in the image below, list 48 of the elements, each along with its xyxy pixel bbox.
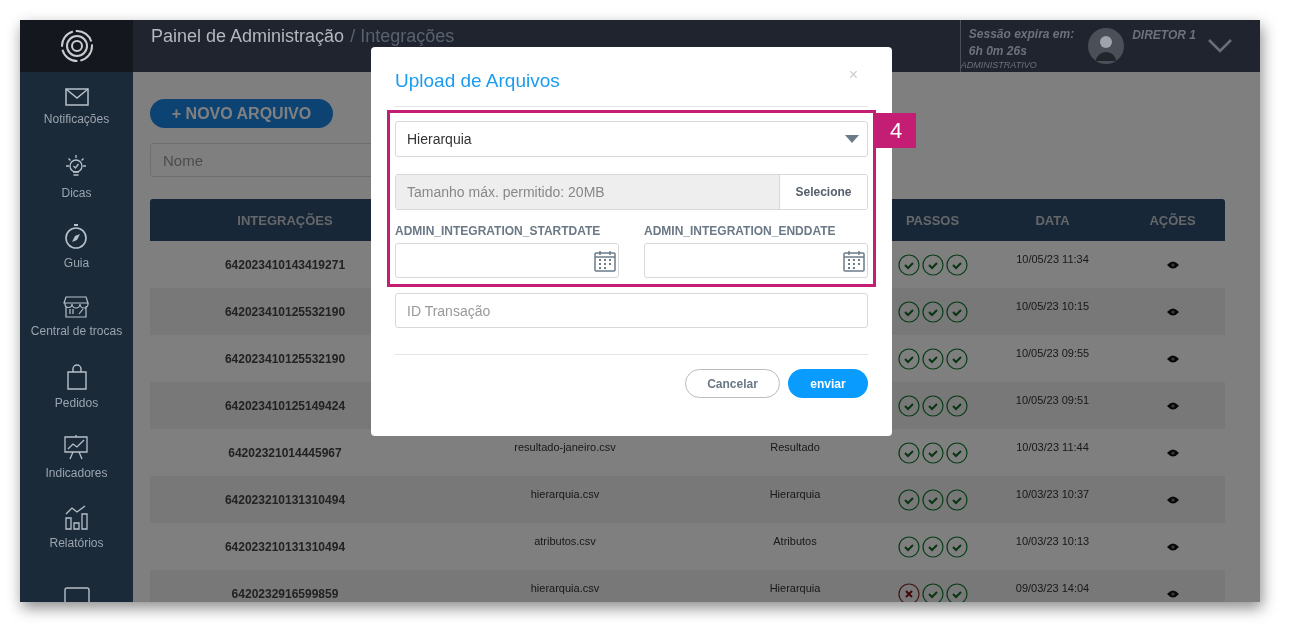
- table-cell: 642023210131310494: [224, 539, 346, 554]
- column-header: AÇÕES: [1148, 211, 1197, 230]
- table-cell: 10/03/23 11:44: [1016, 441, 1089, 453]
- table-cell: 642023210131310494: [224, 492, 346, 507]
- field-label: ADMIN_INTEGRATION_STARTDATE: [395, 224, 602, 238]
- table-cell: 64202321014445967: [228, 445, 342, 460]
- table-cell: 642023410125532190: [224, 304, 346, 319]
- sidebar-item[interactable]: Dicas: [61, 186, 92, 200]
- sidebar-item[interactable]: Guia: [63, 256, 90, 270]
- table-cell: 642023410143419271: [224, 257, 346, 272]
- sidebar-item[interactable]: Central de trocas: [30, 324, 123, 338]
- page-title: Painel de Administração: [151, 25, 345, 47]
- table-cell: 10/05/23 09:55: [1015, 347, 1090, 359]
- table-cell: 6420232916599859: [231, 586, 339, 601]
- table-cell: Resultado: [770, 441, 820, 453]
- table-cell: 10/05/23 10:15: [1015, 300, 1090, 312]
- table-cell: 642023410125532190: [224, 351, 346, 366]
- transaction-id-field[interactable]: ID Transação: [395, 293, 868, 328]
- table-cell: hierarquia.csv: [530, 582, 600, 594]
- table-cell: Hierarquia: [769, 488, 821, 500]
- table-cell: 10/05/23 09:51: [1015, 394, 1090, 406]
- sidebar-item[interactable]: Indicadores: [45, 466, 108, 480]
- table-cell: Atributos: [773, 535, 817, 547]
- table-cell: 10/03/23 10:37: [1015, 488, 1090, 500]
- dialog-title: Upload de Arquivos: [395, 69, 560, 92]
- sidebar-item[interactable]: Pedidos: [54, 396, 99, 410]
- sidebar-item[interactable]: Notificações: [43, 112, 110, 126]
- user-role: ADMINISTRATIVO: [960, 60, 1038, 71]
- user-name[interactable]: DIRETOR 1: [1132, 28, 1196, 42]
- table-cell: 10/03/23 10:13: [1015, 535, 1090, 547]
- column-header: PASSOS: [904, 211, 961, 230]
- column-header: DATA: [1034, 211, 1071, 230]
- table-cell: 09/03/23 14:04: [1015, 582, 1090, 594]
- table-cell: Hierarquia: [769, 582, 821, 594]
- field-label: ADMIN_INTEGRATION_ENDDATE: [644, 224, 837, 238]
- type-select[interactable]: Hierarquia: [395, 121, 868, 157]
- table-cell: hierarquia.csv: [530, 488, 600, 500]
- session-timer: 6h 0m 26s: [968, 43, 1028, 60]
- table-cell: resultado-janeiro.csv: [514, 441, 616, 453]
- cancel-button[interactable]: Cancelar: [685, 369, 780, 398]
- table-cell: atributos.csv: [534, 535, 596, 547]
- session-label: Sessão expira em:: [968, 26, 1075, 43]
- table-cell: 10/05/23 11:34: [1016, 253, 1089, 265]
- step-badge: 4: [876, 113, 916, 148]
- table-cell: 642023410125149424: [224, 398, 346, 413]
- send-button[interactable]: enviar: [788, 369, 868, 398]
- breadcrumb: / Integrações: [350, 25, 455, 47]
- sidebar-item[interactable]: Relatórios: [49, 536, 104, 550]
